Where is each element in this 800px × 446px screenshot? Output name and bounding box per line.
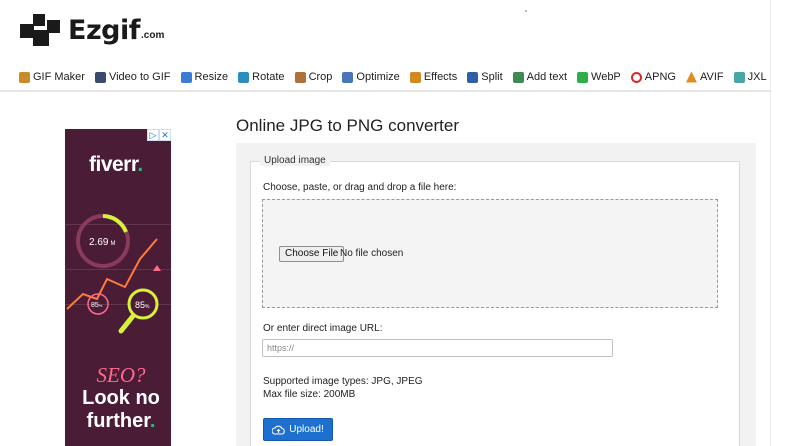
nav-label: AVIF [699,71,724,83]
nav-label: GIF Maker [33,71,85,83]
upload-button-label: Upload! [289,424,324,435]
image-url-input[interactable] [262,339,613,357]
nav-label: Resize [194,71,229,83]
nav-label: Rotate [252,71,285,83]
page-right-border [770,0,771,446]
upload-legend: Upload image [260,155,330,166]
ad-trend-arrow-icon [153,265,161,271]
ad-headline-further: further. [86,410,156,432]
nav-gif-maker[interactable]: GIF Maker [19,71,85,83]
nav-webp[interactable]: WebP [577,71,621,83]
nav-label: Split [481,71,503,83]
nav-jxl[interactable]: JXL [733,71,767,83]
logo-text: Ezgif [68,15,141,46]
nav-avif[interactable]: AVIF [685,71,724,83]
ad-metric-big: 2.69 M [89,237,115,248]
add-text-icon [512,71,524,83]
effects-icon [409,71,421,83]
apng-icon [630,71,642,83]
logo-suffix: .com [141,30,165,41]
nav-label: Effects [423,71,458,83]
resize-icon [180,71,192,83]
ad-close-icon[interactable]: ✕ [159,129,171,141]
choose-file-label: Choose, paste, or drag and drop a file h… [263,182,457,193]
ad-growth-chart-graphic: 2.69 M 85% 85% [66,214,161,334]
ad-headline-seo: SEO? [96,363,146,387]
nav-effects[interactable]: Effects [409,71,458,83]
nav-label: JXL [747,71,767,83]
ad-choices-badge[interactable]: ▷ ✕ [147,129,171,141]
ad-info-icon[interactable]: ▷ [147,129,159,141]
webp-icon [577,71,589,83]
gif-maker-icon [19,71,30,83]
nav-label: WebP [591,71,621,83]
nav-label: Optimize [356,71,400,83]
logo[interactable]: Ezgif .com [20,14,164,46]
avif-icon [685,71,697,83]
file-status-text: No file chosen [340,248,404,259]
ad-ring-large-progress [102,214,128,233]
page-title: Online JPG to PNG converter [236,116,459,135]
ad-headline-look: Look no [82,387,160,409]
max-file-size-text: Max file size: 200MB [263,389,356,400]
optimize-icon [342,71,354,83]
nav-apng[interactable]: APNG [630,71,676,83]
logo-mark-icon [20,14,62,46]
nav-optimize[interactable]: Optimize [342,71,400,83]
jxl-icon [733,71,745,83]
nav-crop[interactable]: Crop [294,71,333,83]
split-icon [467,71,479,83]
page: Ezgif .com GIF Maker Video to GIF Resize… [0,0,800,446]
nav-resize[interactable]: Resize [180,71,229,83]
nav-split[interactable]: Split [467,71,503,83]
ad-brand-logo: fiverr. [89,153,143,176]
ad-metric-small: 85% [91,302,103,309]
nav-add-text[interactable]: Add text [512,71,568,83]
crop-icon [294,71,306,83]
nav-label: APNG [644,71,676,83]
site-header: Ezgif .com GIF Maker Video to GIF Resize… [0,0,770,92]
url-label: Or enter direct image URL: [263,323,383,334]
ad-headline: SEO? Look no further. [73,364,169,433]
header-dot [525,10,527,12]
ad-magnifier-handle [118,313,136,334]
nav-rotate[interactable]: Rotate [238,71,285,83]
nav-label: Video to GIF [108,71,171,83]
nav-label: Crop [308,71,333,83]
sidebar-advertisement[interactable]: ▷ ✕ fiverr. 2.69 M 85% 85% SEO? Look no f… [65,129,171,446]
video-to-gif-icon [94,71,106,83]
supported-types-text: Supported image types: JPG, JPEG [263,376,423,387]
main-nav: GIF Maker Video to GIF Resize Rotate Cro… [19,71,777,83]
choose-file-button[interactable]: Choose File [279,246,345,262]
nav-video-to-gif[interactable]: Video to GIF [94,71,171,83]
cloud-upload-icon [272,425,286,435]
nav-label: Add text [526,71,568,83]
upload-button[interactable]: Upload! [263,418,333,441]
rotate-icon [238,71,250,83]
